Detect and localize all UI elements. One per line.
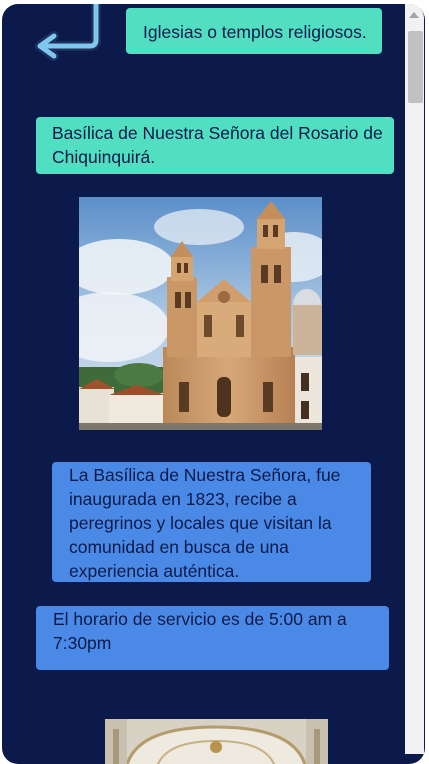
place-description: La Basílica de Nuestra Señora, fue inaug… <box>52 462 371 582</box>
return-arrow-icon[interactable] <box>34 4 106 68</box>
basilica-interior-photo <box>105 719 328 764</box>
category-label: Iglesias o templos religiosos. <box>126 8 382 54</box>
service-hours: El horario de servicio es de 5:00 am a 7… <box>36 606 389 670</box>
vertical-scrollbar[interactable] <box>405 4 424 754</box>
place-title: Basílica de Nuestra Señora del Rosario d… <box>36 117 394 174</box>
scrollbar-thumb[interactable] <box>408 31 423 103</box>
app-frame: Iglesias o templos religiosos. Basílica … <box>0 0 429 764</box>
screen: Iglesias o templos religiosos. Basílica … <box>2 4 425 764</box>
scroll-up-arrow-icon[interactable] <box>409 12 419 18</box>
basilica-photo <box>79 197 322 430</box>
